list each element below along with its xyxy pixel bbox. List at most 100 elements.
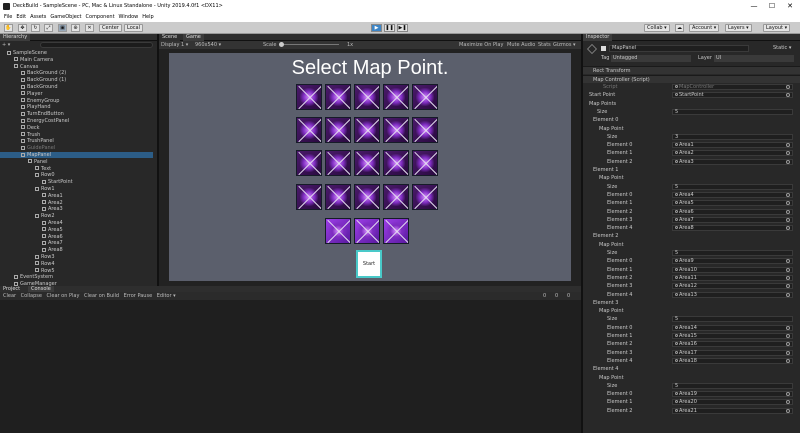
hierarchy-item[interactable]: Panel [0,159,48,165]
console-error-pause-button[interactable]: Error Pause [124,293,152,299]
object-picker-icon[interactable] [786,408,790,413]
hierarchy-item[interactable]: Area6 [0,234,63,240]
menu-help[interactable]: Help [142,13,153,22]
map-area-tile[interactable] [412,184,438,210]
menu-edit[interactable]: Edit [16,13,26,22]
map-area-tile[interactable] [412,150,438,176]
rotate-tool-icon[interactable]: ↻ [31,24,40,32]
hierarchy-item[interactable]: Area5 [0,227,63,233]
hierarchy-item[interactable]: EventSystem [0,274,53,280]
scale-slider[interactable] [279,44,339,45]
area-reference-field[interactable]: Area6 [672,208,793,215]
area-reference-field[interactable]: Area11 [672,274,793,281]
map-area-tile[interactable] [383,184,409,210]
object-name-input[interactable]: MapPanel [609,45,749,52]
transform-tool-icon[interactable]: ⊕ [71,24,80,32]
hierarchy-item[interactable]: BackGround [0,84,58,90]
cloud-icon[interactable]: ☁ [675,24,684,32]
map-area-tile[interactable] [296,184,322,210]
map-area-tile[interactable] [383,117,409,143]
console-clear-on-play-button[interactable]: Clear on Play [47,293,80,299]
hierarchy-item[interactable]: TrushPanel [0,138,54,144]
area-reference-field[interactable]: Area10 [672,266,793,273]
hierarchy-item[interactable]: EnergyCostPanel [0,118,69,124]
map-area-tile[interactable] [383,150,409,176]
area-reference-field[interactable]: Area4 [672,191,793,198]
hierarchy-item[interactable]: Area8 [0,247,63,253]
error-count[interactable]: 0 [567,292,570,300]
hierarchy-search-input[interactable] [40,42,153,48]
start-button[interactable]: Start [356,250,382,278]
gizmos-dropdown[interactable]: Gizmos ▾ [553,41,576,49]
menu-file[interactable]: File [4,13,12,22]
console-clear-button[interactable]: Clear [3,293,16,299]
object-picker-icon[interactable] [786,192,790,197]
map-area-tile[interactable] [296,150,322,176]
object-picker-icon[interactable] [786,292,790,297]
map-area-tile[interactable] [383,218,409,244]
rect-tool-icon[interactable]: ▣ [58,24,67,32]
hierarchy-item[interactable]: Canvas [0,64,38,70]
map-area-tile[interactable] [354,117,380,143]
hierarchy-item[interactable]: Player [0,91,43,97]
area-reference-field[interactable]: Area3 [672,158,793,165]
tab-inspector[interactable]: Inspector [583,34,613,41]
menu-component[interactable]: Component [86,13,115,22]
hierarchy-item[interactable]: GuidePanel [0,145,55,151]
map-area-tile[interactable] [412,84,438,110]
static-toggle[interactable]: Static ▾ [773,45,791,52]
hierarchy-item[interactable]: EnemyGroup [0,98,59,104]
account-dropdown[interactable]: Account ▾ [689,24,720,32]
pause-icon[interactable]: ❚❚ [384,24,395,32]
hierarchy-item[interactable]: Text [0,166,51,172]
start-point-field[interactable]: StartPoint [672,92,793,99]
map-points-size-field[interactable]: 5 [672,108,793,115]
close-icon[interactable]: ✕ [780,0,800,13]
play-icon[interactable]: ▶ [371,24,382,32]
object-picker-icon[interactable] [786,275,790,280]
area-reference-field[interactable]: Area21 [672,407,793,414]
hierarchy-item[interactable]: BackGround (1) [0,77,66,83]
area-reference-field[interactable]: Area8 [672,225,793,232]
object-picker-icon[interactable] [786,267,790,272]
hierarchy-item[interactable]: TurnEndButton [0,111,64,117]
hierarchy-item[interactable]: Main Camera [0,57,53,63]
hierarchy-item[interactable]: Row3 [0,254,55,260]
map-area-tile[interactable] [354,184,380,210]
area-reference-field[interactable]: Area16 [672,341,793,348]
map-area-tile[interactable] [354,150,380,176]
collab-button[interactable]: Collab ▾ [644,24,670,32]
map-area-tile[interactable] [412,117,438,143]
active-checkbox[interactable] [601,46,606,51]
warning-count[interactable]: 0 [555,292,558,300]
map-area-tile[interactable] [325,150,351,176]
tab-game[interactable]: Game [183,34,204,41]
map-area-tile[interactable] [325,184,351,210]
move-tool-icon[interactable]: ✥ [18,24,27,32]
minimize-icon[interactable]: — [744,0,764,13]
map-area-tile[interactable] [325,84,351,110]
hierarchy-item[interactable]: Row0 [0,172,55,178]
hierarchy-item[interactable]: PlayHand [0,104,51,110]
hierarchy-item[interactable]: Area1 [0,193,63,199]
hierarchy-item[interactable]: Row1 [0,186,55,192]
hierarchy-item[interactable]: Area7 [0,240,63,246]
resolution-dropdown[interactable]: 960x540 ▾ [195,41,221,49]
hierarchy-item[interactable]: MapPanel [0,152,153,158]
maximize-icon[interactable]: ☐ [762,0,782,13]
mute-audio-toggle[interactable]: Mute Audio [507,41,535,49]
display-dropdown[interactable]: Display 1 ▾ [161,41,188,49]
layers-dropdown[interactable]: Layers ▾ [725,24,752,32]
tab-hierarchy[interactable]: Hierarchy [0,34,31,41]
area-reference-field[interactable]: Area2 [672,150,793,157]
area-reference-field[interactable]: Area7 [672,216,793,223]
maximize-on-play-toggle[interactable]: Maximize On Play [459,41,503,49]
hierarchy-item[interactable]: Area4 [0,220,63,226]
map-area-tile[interactable] [383,84,409,110]
map-area-tile[interactable] [354,84,380,110]
object-picker-icon[interactable] [786,159,790,164]
area-reference-field[interactable]: Area15 [672,333,793,339]
map-area-tile[interactable] [296,84,322,110]
area-reference-field[interactable]: Area12 [672,283,793,290]
map-area-tile[interactable] [325,117,351,143]
